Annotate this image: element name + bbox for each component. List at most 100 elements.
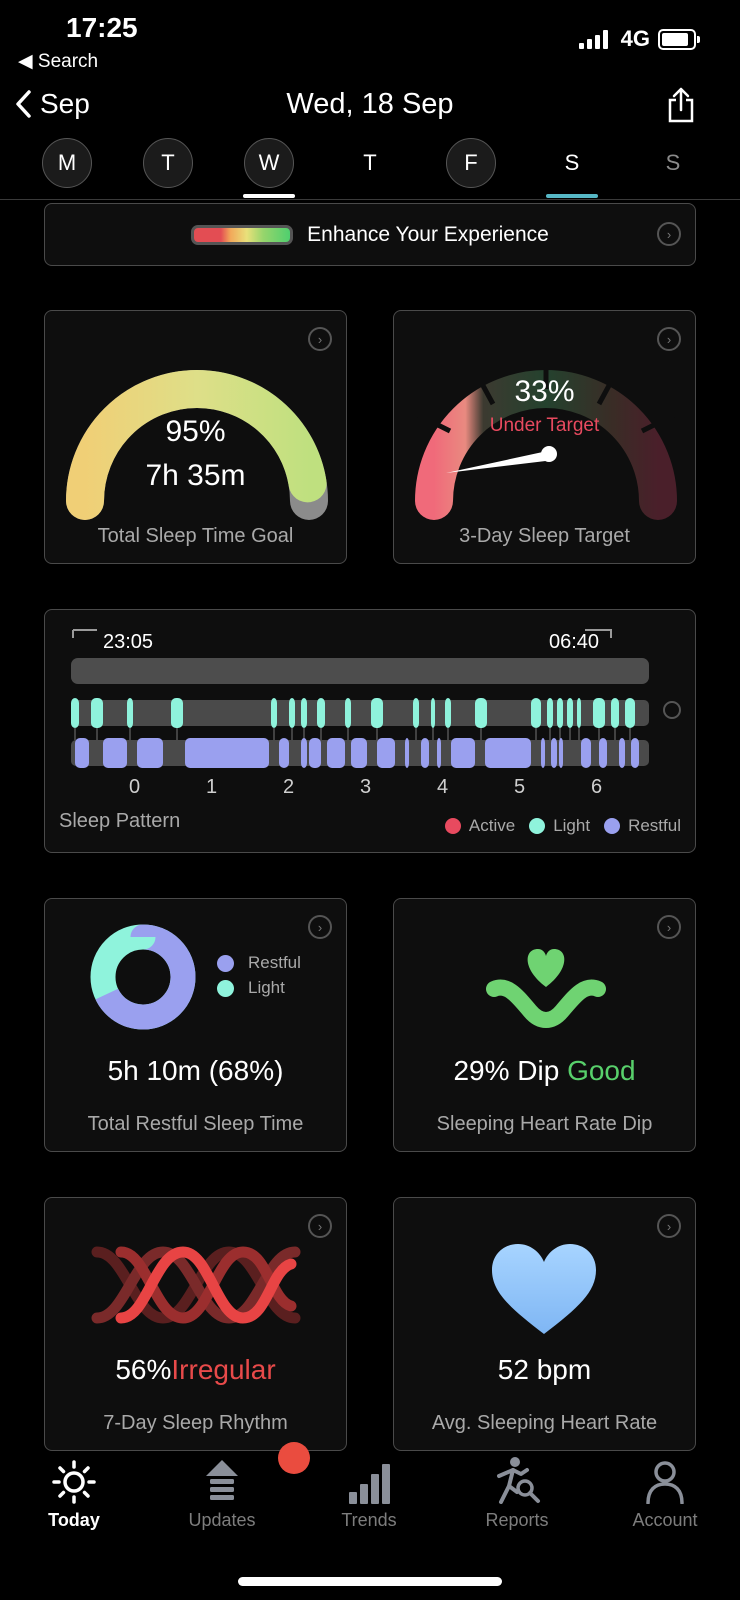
back-button[interactable]: Sep [14,88,90,120]
light-segment [317,698,325,728]
light-dot [529,818,546,834]
restful-segment [75,738,89,768]
restful-dot [604,818,621,834]
restful-segment [581,738,591,768]
restful-segment [451,738,475,768]
sleep-target-label: 3-Day Sleep Target [459,525,630,547]
person-icon [646,1461,684,1504]
hour-tick-6: 6 [591,776,603,798]
bar-chart-icon [349,1464,390,1504]
back-to-search[interactable]: ◀ Search [18,50,98,73]
sleep-rhythm-card[interactable]: › 56%Irregular 7-Day Sleep Rhythm [44,1197,347,1451]
day-wednesday[interactable]: W [244,138,294,188]
total-sleep-goal-card[interactable]: › 95% 7h 35m Total Sleep Time Goal [44,310,347,564]
restful-segment [405,738,409,768]
day-sunday[interactable]: S [648,138,698,188]
day-thursday[interactable]: T [345,138,395,188]
day-friday[interactable]: F [446,138,496,188]
tab-today[interactable]: Today [14,1452,134,1531]
restful-segment [327,738,345,768]
share-button[interactable] [666,86,696,129]
pattern-legend: Active Light Restful [444,816,681,836]
tab-bar: Today Updates Trends Reports Account [0,1442,740,1562]
light-segment [557,698,563,728]
status-indicators: 4G [578,26,700,52]
restful-sleep-card[interactable]: › Restful Light 5h 10m (68%) Total Restf… [44,898,347,1152]
reports-icon [497,1457,540,1504]
heart-rate-label: Avg. Sleeping Heart Rate [431,1412,658,1434]
light-segment [593,698,605,728]
selected-day-indicator [243,194,295,198]
enhance-label: Enhance Your Experience [307,222,549,246]
hour-tick-3: 3 [360,776,372,798]
restful-segment [541,738,545,768]
tab-reports[interactable]: Reports [457,1452,577,1531]
day-saturday[interactable]: S [547,138,597,188]
tab-account[interactable]: Account [605,1452,725,1531]
heart-dip-value-row: 29% Dip Good [394,1055,695,1087]
rhythm-wave-icon [91,1246,301,1324]
light-segment [445,698,451,728]
light-segment [271,698,277,728]
restful-segment [377,738,395,768]
active-track [71,658,649,684]
chevron-right-icon: › [308,915,332,939]
pattern-end: 06:40 [549,631,600,653]
heart-dip-label: Sleeping Heart Rate Dip [436,1113,653,1135]
restful-segment [137,738,163,768]
legend-restful: Restful [628,816,681,835]
chevron-right-icon: › [657,915,681,939]
light-segment [475,698,487,728]
light-segment [611,698,619,728]
pattern-start: 23:05 [103,631,154,653]
light-segment [71,698,79,728]
light-segment [301,698,307,728]
restful-segment [485,738,531,768]
enhance-banner[interactable]: Enhance Your Experience › [44,203,696,266]
notification-badge [278,1442,310,1474]
avg-heart-rate-card[interactable]: › 52 bpm Avg. Sleeping Heart Rate [393,1197,696,1451]
gradient-pill-icon [191,224,294,245]
sleep-goal-label: Total Sleep Time Goal [97,525,294,547]
tab-updates[interactable]: Updates [162,1452,282,1531]
restful-segment [309,738,321,768]
light-segment [431,698,435,728]
restful-segment [619,738,625,768]
day-tuesday[interactable]: T [143,138,193,188]
tab-account-label: Account [632,1510,698,1530]
restful-segment [103,738,127,768]
share-icon [668,87,694,123]
sleep-target-status: Under Target [489,415,600,436]
back-label: Sep [40,88,90,119]
heart-dip-icon [486,949,606,1028]
restful-segment [437,738,441,768]
pattern-label: Sleep Pattern [59,810,181,832]
light-segment [371,698,383,728]
light-segment [577,698,581,728]
rhythm-status: Irregular [171,1354,276,1385]
light-segment [345,698,351,728]
heart-dip-value: 29% Dip [453,1055,560,1086]
light-segment [547,698,553,728]
restful-segment [301,738,307,768]
light-segment [127,698,133,728]
active-dot [444,818,461,834]
light-segment [289,698,295,728]
heart-rate-dip-card[interactable]: › 29% Dip Good Sleeping Heart Rate Dip [393,898,696,1152]
chevron-right-icon [663,701,681,719]
rhythm-value-row: 56%Irregular [45,1354,346,1386]
day-monday[interactable]: M [42,138,92,188]
hour-tick-5: 5 [514,776,526,798]
sleep-target-card[interactable]: › 33% Under Target 3-Day Sleep Target [393,310,696,564]
restful-value: 5h 10m (68%) [107,1055,284,1086]
light-dot [217,979,234,997]
tab-trends[interactable]: Trends [309,1452,429,1531]
sleep-goal-duration: 7h 35m [145,459,246,492]
hour-tick-1: 1 [206,776,218,798]
restful-segment [279,738,289,768]
heart-rate-value: 52 bpm [497,1354,592,1385]
heart-icon [492,1244,596,1334]
light-segment [625,698,635,728]
sleep-pattern-card[interactable]: 23:05 06:40 0 1 2 3 4 5 6 Sleep Pattern … [44,609,696,853]
hour-tick-4: 4 [437,776,449,798]
